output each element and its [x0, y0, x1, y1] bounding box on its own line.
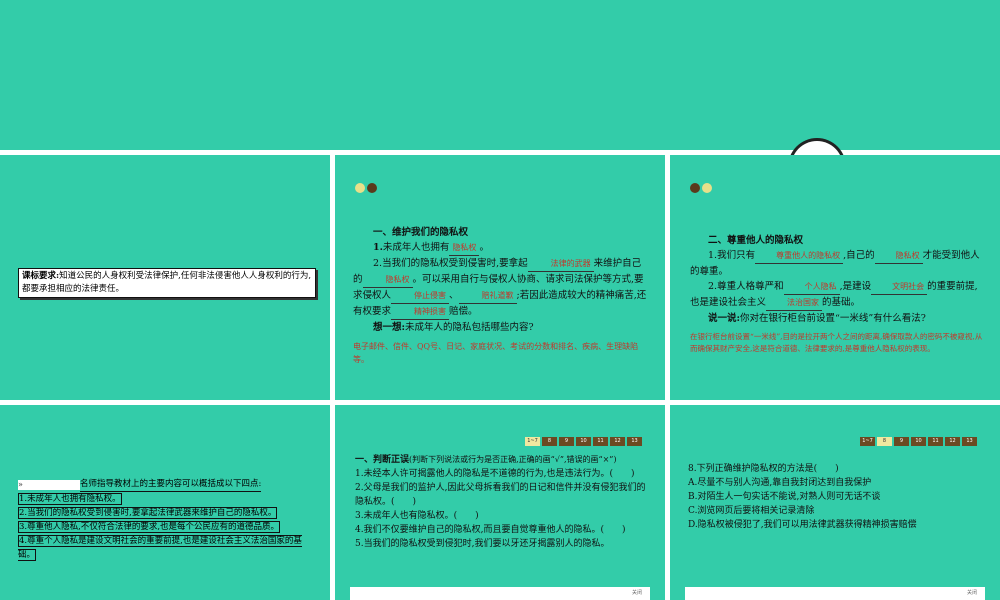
think-answer: 电子邮件、信件、QQ号、日记、家庭状况、考试的分数和排名、疾病、生理缺陷等。 [353, 342, 639, 364]
guidance-point: 1.未成年人也拥有隐私权。 [18, 493, 122, 505]
answer-blank: 隐私权 [449, 240, 480, 256]
section-heading: 二、尊重他人的隐私权 [708, 235, 804, 246]
section-heading: 一、维护我们的隐私权 [373, 227, 469, 238]
nav-tab[interactable]: 11 [928, 437, 943, 446]
slide-teacher-guidance[interactable]: » 名师指导教材上的主要内容可以概括成以下四点: 1.未成年人也拥有隐私权。 2… [0, 405, 330, 600]
requirement-label: 课标要求: [22, 271, 60, 281]
point-2: 2.尊重人格尊严和 个人隐私 ,是建设 文明社会 的重要前提,也是建设社会主义 法治国家的… [690, 279, 985, 311]
choice-question: 8.下列正确维护隐私权的方法是( ) A.尽量不与别人沟通,靠自我封闭达到自我保… [688, 462, 983, 532]
nav-tab[interactable]: 9 [894, 437, 909, 446]
exercise-heading: 一、判断正误(判断下列说法或行为是否正确,正确的画“√”,错误的画“×”) [355, 455, 617, 465]
slide-protect-privacy[interactable]: 一、维护我们的隐私权 1.未成年人也拥有 隐私权。 2.当我们的隐私权受到侵害时,… [335, 155, 665, 400]
slide3-content: 二、尊重他人的隐私权 1.我们只有 尊重他人的隐私权 ,自己的 隐私权 才能受到他人的尊… [690, 233, 985, 355]
nav-tab[interactable]: 12 [610, 437, 625, 446]
close-button[interactable]: 关闭 [632, 589, 642, 596]
slide-respect-privacy[interactable]: 二、尊重他人的隐私权 1.我们只有 尊重他人的隐私权 ,自己的 隐私权 才能受到他人的尊… [670, 155, 1000, 400]
point-1: 1.未成年人也拥有 隐私权。 [373, 240, 648, 256]
true-false-questions: 一、判断正误(判断下列说法或行为是否正确,正确的画“√”,错误的画“×”) 1.… [355, 453, 647, 551]
brown-dot-icon [367, 183, 377, 193]
guidance-point: 4.尊重个人隐私是建设文明社会的重要前提,也是建设社会主义法治国家的基础。 [18, 535, 302, 561]
question-item: 2.父母是我们的监护人,因此父母拆看我们的日记和信件并没有侵犯我们的隐私权。( … [355, 483, 646, 507]
say-question: 说一说:你对在银行柜台前设置“一米线”有什么看法? [708, 313, 926, 324]
guidance-list: » 名师指导教材上的主要内容可以概括成以下四点: 1.未成年人也拥有隐私权。 2… [18, 478, 308, 562]
nav-tab[interactable]: 13 [627, 437, 642, 446]
slide-multiple-choice[interactable]: 1~7 8 9 10 11 12 13 8.下列正确维护隐私权的方法是( ) A… [670, 405, 1000, 600]
yellow-dot-icon [355, 183, 365, 193]
think-question: 想一想:未成年人的隐私包括哪些内容? [373, 322, 534, 333]
close-button[interactable]: 关闭 [967, 589, 977, 596]
nav-tab[interactable]: 8 [877, 437, 892, 446]
chevron-right-icon: » [18, 480, 80, 490]
slide-true-false[interactable]: 1~7 8 9 10 11 12 13 一、判断正误(判断下列说法或行为是否正确… [335, 405, 665, 600]
slide2-content: 一、维护我们的隐私权 1.未成年人也拥有 隐私权。 2.当我们的隐私权受到侵害时,… [353, 225, 648, 366]
guidance-point: 3.尊重他人隐私,不仅符合法律的要求,也是每个公民应有的道德品质。 [18, 521, 281, 533]
slide-icon-dots [690, 183, 716, 195]
nav-tab[interactable]: 9 [559, 437, 574, 446]
question-item: 5.当我们的隐私权受到侵犯时,我们要以牙还牙揭露别人的隐私。 [355, 539, 610, 549]
requirement-box: 课标要求:知道公民的人身权利受法律保护,任何非法侵害他人人身权利的行为,都要承担… [18, 268, 316, 298]
say-answer: 在银行柜台前设置“一米线”,目的是拉开两个人之间的距离,确保取款人的密码不被窥视… [690, 332, 983, 353]
nav-tab[interactable]: 11 [593, 437, 608, 446]
question-item: 3.未成年人也有隐私权。( ) [355, 511, 479, 521]
nav-tab[interactable]: 1~7 [860, 437, 875, 446]
nav-tab[interactable]: 10 [911, 437, 926, 446]
point-2: 2.当我们的隐私权受到侵害时,要拿起 法律的武器 来维护自己的 隐私权 。可以采用自行与… [353, 256, 648, 320]
guidance-point: 2.当我们的隐私权受到侵害时,要拿起法律武器来维护自己的隐私权。 [18, 507, 278, 519]
nav-tab[interactable]: 13 [962, 437, 977, 446]
point-1: 1.我们只有 尊重他人的隐私权 ,自己的 隐私权 才能受到他人的尊重。 [690, 250, 980, 277]
question-item: 4.我们不仅要维护自己的隐私权,而且要自觉尊重他人的隐私。( ) [355, 525, 626, 535]
slide-icon-dots [355, 183, 381, 195]
nav-tab[interactable]: 8 [542, 437, 557, 446]
yellow-dot-icon [702, 183, 712, 193]
bottom-toolbar: 关闭 [350, 587, 650, 600]
slide-curriculum-requirements[interactable]: 课标要求:知道公民的人身权利受法律保护,任何非法侵害他人人身权利的行为,都要承担… [0, 155, 330, 400]
nav-tab[interactable]: 10 [576, 437, 591, 446]
nav-tab[interactable]: 12 [945, 437, 960, 446]
previous-slide-band [0, 0, 1000, 150]
question-nav: 1~7 8 9 10 11 12 13 [525, 437, 642, 446]
option-item[interactable]: D.隐私权被侵犯了,我们可以用法律武器获得精神损害赔偿 [688, 518, 983, 532]
bottom-toolbar: 关闭 [685, 587, 985, 600]
guidance-title: » 名师指导教材上的主要内容可以概括成以下四点: [18, 478, 308, 492]
nav-tab[interactable]: 1~7 [525, 437, 540, 446]
question-stem: 8.下列正确维护隐私权的方法是( ) [688, 464, 839, 474]
option-item[interactable]: C.浏览网页后要将相关记录清除 [688, 504, 983, 518]
requirement-text: 知道公民的人身权利受法律保护,任何非法侵害他人人身权利的行为,都要承担相应的法律… [22, 271, 312, 294]
question-nav: 1~7 8 9 10 11 12 13 [860, 437, 977, 446]
option-item[interactable]: A.尽量不与别人沟通,靠自我封闭达到自我保护 [688, 476, 983, 490]
question-item: 1.未经本人许可揭露他人的隐私是不道德的行为,也是违法行为。( ) [355, 469, 635, 479]
brown-dot-icon [690, 183, 700, 193]
option-item[interactable]: B.对陌生人一句实话不能说,对熟人则可无话不谈 [688, 490, 983, 504]
